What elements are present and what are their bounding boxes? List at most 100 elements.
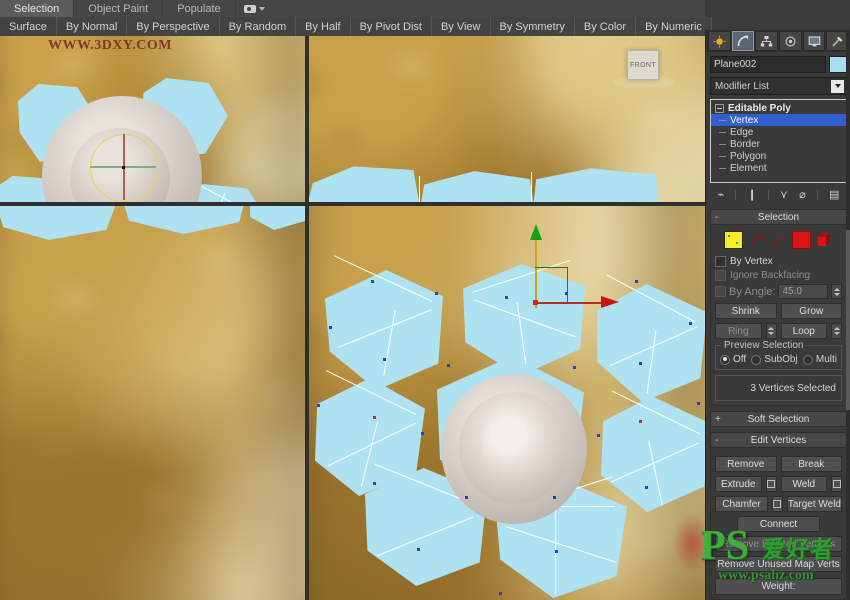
sub-object-polygon-button[interactable] bbox=[792, 231, 811, 249]
preview-option-off[interactable]: Off bbox=[720, 354, 746, 365]
vertex-point[interactable] bbox=[639, 362, 642, 365]
ignore-backfacing-row[interactable]: Ignore Backfacing bbox=[715, 268, 842, 282]
vertex-point[interactable] bbox=[597, 434, 600, 437]
tab-motion[interactable] bbox=[779, 31, 802, 51]
selection-rollout-header[interactable]: - Selection bbox=[710, 209, 847, 225]
preview-option-subobj[interactable]: SubObj bbox=[751, 354, 797, 365]
vertex-point[interactable] bbox=[383, 358, 386, 361]
vertex-point[interactable] bbox=[553, 496, 556, 499]
vertex-point[interactable] bbox=[417, 548, 420, 551]
sub-object-border-button[interactable] bbox=[770, 232, 787, 248]
stack-item-element[interactable]: Element bbox=[711, 162, 846, 174]
ribbon-button-by-numeric[interactable]: By Numeric bbox=[636, 17, 712, 36]
loop-spinner[interactable] bbox=[831, 323, 842, 339]
viewcube[interactable]: FRONT bbox=[627, 50, 659, 80]
ribbon-button-by-color[interactable]: By Color bbox=[575, 17, 636, 36]
by-angle-spinner[interactable] bbox=[831, 284, 842, 299]
viewport-bottom-left[interactable] bbox=[0, 206, 305, 600]
vertex-point[interactable] bbox=[499, 592, 502, 595]
remove-unused-map-verts-button[interactable]: Remove Unused Map Verts bbox=[715, 556, 842, 572]
edit-vertices-rollout-header[interactable]: - Edit Vertices bbox=[710, 432, 847, 448]
shrink-button[interactable]: Shrink bbox=[715, 303, 777, 319]
viewport-divider-vertical[interactable] bbox=[305, 36, 309, 600]
connect-button[interactable]: Connect bbox=[737, 516, 820, 532]
expand-icon[interactable] bbox=[715, 104, 724, 113]
ribbon-tab-object-paint[interactable]: Object Paint bbox=[74, 0, 163, 17]
preview-option-multi[interactable]: Multi bbox=[803, 354, 837, 365]
by-angle-input[interactable]: 45.0 bbox=[778, 284, 828, 299]
make-unique-icon[interactable]: ⋎ bbox=[780, 190, 788, 201]
ignore-backfacing-checkbox[interactable] bbox=[715, 270, 726, 281]
stack-item-edge[interactable]: Edge bbox=[711, 126, 846, 138]
by-vertex-row[interactable]: By Vertex bbox=[715, 254, 842, 268]
viewport-divider-horizontal[interactable] bbox=[0, 202, 705, 206]
stack-item-vertex[interactable]: Vertex bbox=[711, 114, 846, 126]
vertex-point[interactable] bbox=[697, 402, 700, 405]
sub-object-vertex-button[interactable] bbox=[724, 231, 743, 249]
show-end-result-icon[interactable]: ❙ bbox=[747, 190, 756, 201]
vertex-point[interactable] bbox=[689, 322, 692, 325]
chamfer-settings-button[interactable] bbox=[772, 496, 783, 512]
ribbon-button-by-normal[interactable]: By Normal bbox=[57, 17, 127, 36]
by-angle-checkbox[interactable] bbox=[715, 286, 726, 297]
ribbon-button-by-pivot-dist[interactable]: By Pivot Dist bbox=[351, 17, 432, 36]
remove-modifier-icon[interactable]: ⌀ bbox=[799, 190, 806, 201]
viewport-top-right[interactable]: FRONT bbox=[309, 36, 705, 202]
ribbon-button-by-view[interactable]: By View bbox=[432, 17, 491, 36]
tab-display[interactable] bbox=[803, 31, 826, 51]
break-button[interactable]: Break bbox=[781, 456, 843, 472]
stack-item-border[interactable]: Border bbox=[711, 138, 846, 150]
sub-object-edge-button[interactable] bbox=[748, 232, 765, 248]
vertex-point[interactable] bbox=[565, 292, 568, 295]
ribbon-button-surface[interactable]: Surface bbox=[0, 17, 57, 36]
gizmo-xy-plane-handle[interactable] bbox=[567, 267, 568, 303]
gizmo-y-arrow[interactable] bbox=[530, 224, 542, 240]
vertex-point[interactable] bbox=[421, 432, 424, 435]
vertex-point-selected[interactable] bbox=[639, 420, 642, 423]
extrude-button[interactable]: Extrude bbox=[715, 476, 762, 492]
modifier-list-dropdown[interactable]: Modifier List bbox=[710, 77, 847, 95]
vertex-point[interactable] bbox=[465, 496, 468, 499]
soft-selection-rollout-header[interactable]: + Soft Selection bbox=[710, 411, 847, 427]
ring-button[interactable]: Ring bbox=[715, 323, 762, 339]
object-name-field[interactable]: Plane002 bbox=[710, 56, 826, 73]
vertex-point[interactable] bbox=[371, 280, 374, 283]
scrollbar-thumb[interactable] bbox=[846, 230, 850, 410]
vertex-point[interactable] bbox=[555, 550, 558, 553]
remove-isolated-vertices-button[interactable]: Remove Isolated Vertices bbox=[715, 536, 842, 552]
vertex-point[interactable] bbox=[573, 366, 576, 369]
ring-spinner[interactable] bbox=[766, 323, 777, 339]
gizmo-xy-plane-handle[interactable] bbox=[535, 267, 567, 268]
stack-item-polygon[interactable]: Polygon bbox=[711, 150, 846, 162]
vertex-point[interactable] bbox=[317, 404, 320, 407]
grow-button[interactable]: Grow bbox=[781, 303, 843, 319]
by-vertex-checkbox[interactable] bbox=[715, 256, 726, 267]
ribbon-button-by-symmetry[interactable]: By Symmetry bbox=[491, 17, 575, 36]
ribbon-tab-selection[interactable]: Selection bbox=[0, 0, 74, 17]
tab-hierarchy[interactable] bbox=[755, 31, 778, 51]
vertex-point[interactable] bbox=[435, 292, 438, 295]
tab-create[interactable] bbox=[708, 31, 731, 51]
viewport-top-left[interactable]: WWW.3DXY.COM bbox=[0, 36, 305, 202]
vertex-point[interactable] bbox=[505, 296, 508, 299]
weld-settings-button[interactable] bbox=[831, 476, 842, 492]
vertex-point[interactable] bbox=[329, 326, 332, 329]
vertex-point[interactable] bbox=[447, 364, 450, 367]
pin-stack-icon[interactable]: ⌁ bbox=[718, 190, 725, 201]
object-color-swatch[interactable] bbox=[829, 56, 847, 73]
ribbon-camera-menu[interactable] bbox=[236, 0, 273, 17]
stack-item-editable-poly[interactable]: Editable Poly bbox=[711, 102, 846, 114]
ribbon-button-by-random[interactable]: By Random bbox=[220, 17, 296, 36]
target-weld-button[interactable]: Target Weld bbox=[787, 496, 842, 512]
extrude-settings-button[interactable] bbox=[766, 476, 777, 492]
chamfer-button[interactable]: Chamfer bbox=[715, 496, 768, 512]
ribbon-button-by-half[interactable]: By Half bbox=[296, 17, 350, 36]
modifier-stack[interactable]: Editable Poly Vertex Edge Border Polygon bbox=[710, 99, 847, 183]
viewport-bottom-right[interactable] bbox=[309, 206, 705, 600]
vertex-point-selected[interactable] bbox=[373, 416, 376, 419]
command-panel-scrollbar[interactable] bbox=[846, 30, 850, 600]
sub-object-element-button[interactable] bbox=[816, 232, 833, 248]
remove-button[interactable]: Remove bbox=[715, 456, 777, 472]
vertex-point[interactable] bbox=[645, 486, 648, 489]
loop-button[interactable]: Loop bbox=[781, 323, 828, 339]
